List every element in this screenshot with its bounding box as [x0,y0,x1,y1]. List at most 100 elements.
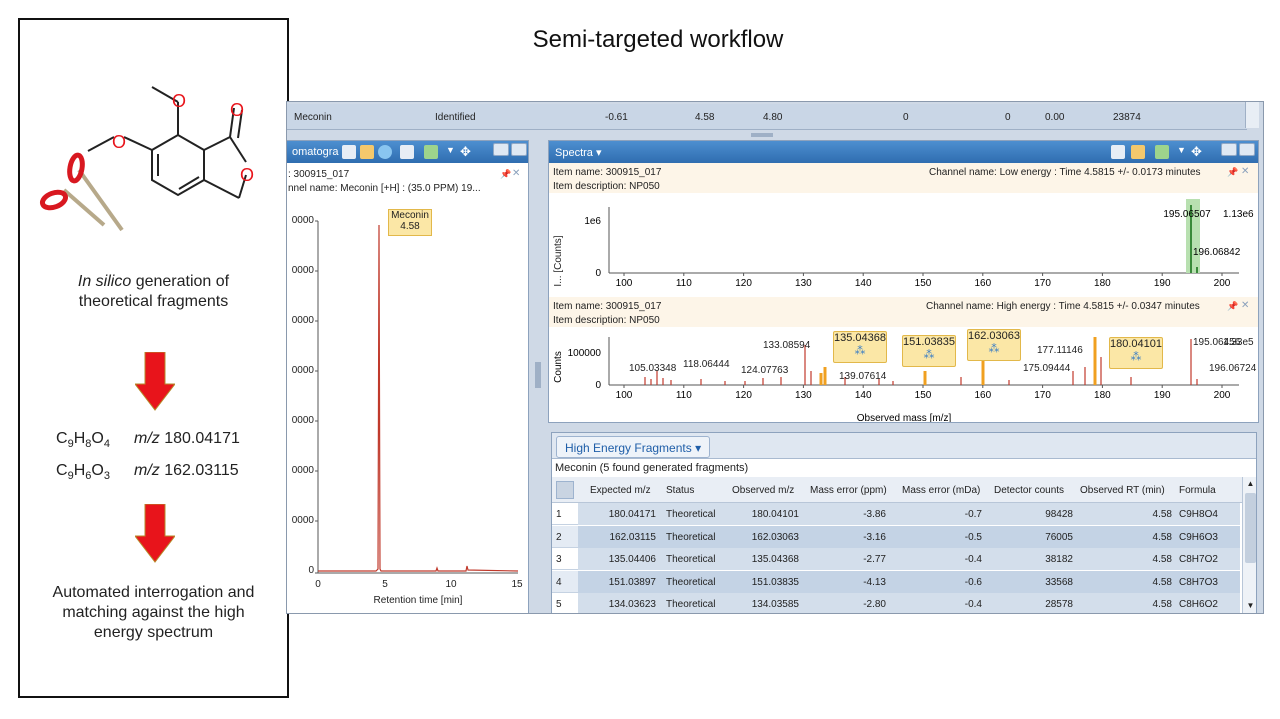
column-header[interactable]: Detector counts [994,485,1064,496]
table-scrollbar[interactable]: ▲ ▼ [1242,477,1256,613]
step1-text: In silico generation of theoretical frag… [20,272,287,312]
table-cell-rt: 4.58 [1152,576,1172,588]
list-icon[interactable] [1111,145,1125,159]
table-cell-expected: 180.04171 [608,509,656,520]
peak-mz-label: 195.06507 [1163,209,1211,220]
y-tick-label: 0 [595,380,601,391]
close-icon[interactable]: ✕ [512,168,520,179]
formula-element: O [91,462,104,479]
results-summary-row[interactable]: Meconin Identified -0.61 4.58 4.80 0 0 0… [287,104,1247,130]
column-header[interactable]: Observed RT (min) [1080,485,1165,496]
scroll-up-icon[interactable]: ▲ [1245,479,1256,491]
x-tick-label: 160 [974,278,991,289]
list-icon[interactable] [342,145,356,159]
oxygen-label: O [172,91,186,111]
table-cell-ppm: -4.13 [863,576,886,588]
spectra-menu[interactable]: Spectra ▾ [555,146,602,159]
table-row[interactable]: 3 135.04406 Theoretical 135.04368 -2.77 -0.4 3… [552,548,1240,570]
column-header[interactable]: Mass error (mDa) [902,485,980,496]
formula-element: H [73,430,86,447]
x-tick-label: 190 [1154,390,1171,401]
maximize-button[interactable] [511,143,527,156]
export-icon[interactable] [424,145,438,159]
column-header[interactable]: Observed m/z [732,485,794,496]
maximize-button[interactable] [1239,143,1255,156]
fragment-marker[interactable]: 162.03063 ⁂ [967,329,1021,361]
x-tick-label: 130 [795,390,812,401]
pin-icon[interactable]: 📌 [500,169,511,180]
down-arrow-icon [135,352,175,411]
formula-element: O [91,430,104,447]
chevron-down-icon[interactable]: ▼ [1177,145,1191,159]
scroll-thumb[interactable] [1245,493,1256,563]
tab-high-energy-fragments[interactable]: High Energy Fragments ▾ [556,436,711,458]
table-cell-status: Theoretical [666,576,716,588]
splitter-handle[interactable] [751,133,773,137]
pin-icon[interactable]: 📌 [1227,301,1238,312]
formula-row-1: C9H8O4 [56,430,110,450]
peak-mz-label: 133.08594 [763,340,811,351]
minimize-button[interactable] [1221,143,1237,156]
fragment-marker[interactable]: 151.03835 ⁂ [902,335,956,367]
peak-label[interactable]: Meconin 4.58 [388,209,432,236]
close-icon[interactable]: ✕ [1241,166,1249,177]
fragment-mz: 151.03835 [903,336,955,348]
chevron-down-icon[interactable]: ▼ [446,145,460,159]
table-icon[interactable] [400,145,414,159]
formula-element: H [73,462,86,479]
fragment-marker[interactable]: 135.04368 ⁂ [833,331,887,363]
peak-mz-label: 177.11146 [1037,345,1083,356]
chromatogram-plot: 0000 0000 0000 0000 0000 0000 0000 0 0 5… [292,215,523,606]
table-row[interactable]: 4 151.03897 Theoretical 151.03835 -4.13 -0.6 3… [552,570,1240,593]
step1-italic: In silico [77,273,132,290]
table-row[interactable]: 5 134.03623 Theoretical 134.03585 -2.80 -0.4 2… [552,593,1240,613]
x-tick-label: 180 [1094,390,1111,401]
table-cell-mda: -0.7 [964,509,982,520]
scroll-down-icon[interactable]: ▼ [1245,601,1256,613]
export-icon[interactable] [1155,145,1169,159]
fragment-marker[interactable]: 180.04101 ⁂ [1109,337,1163,369]
row-number: 1 [556,509,562,520]
step1-rest: generation of [135,273,230,290]
x-axis-label: Retention time [min] [374,595,463,606]
close-icon[interactable]: ✕ [1241,300,1249,311]
column-header[interactable]: Mass error (ppm) [810,485,887,496]
vertical-scrollbar[interactable] [1245,102,1259,128]
row-value: 4.58 [695,112,715,123]
mz-row-1: m/z 180.04171 [134,430,240,448]
mz-value: 180.04171 [164,430,240,447]
x-tick-label: 200 [1214,278,1231,289]
column-header[interactable]: Status [666,485,694,496]
pin-icon[interactable]: 📌 [1227,167,1238,178]
high-item-description: Item description: NP050 [553,315,660,326]
peak-mz-label: 175.09444 [1023,363,1071,374]
column-header[interactable]: Formula [1179,485,1216,496]
tab-label: High Energy Fragments [565,441,692,455]
refresh-icon[interactable] [378,145,392,159]
table-cell-counts: 76005 [1045,531,1073,543]
move-icon[interactable]: ✥ [460,144,474,159]
table-row[interactable]: 2 162.03115 Theoretical 162.03063 -3.16 -0.5 7… [552,525,1240,548]
table-cell-mda: -0.4 [964,599,982,610]
vertical-splitter-handle[interactable] [535,362,541,388]
mz-value: 162.03115 [164,462,239,479]
x-tick-label: 10 [445,579,457,590]
row-value: 0.00 [1045,112,1065,123]
table-row[interactable]: 1 180.04171 Theoretical 180.04101 -3.86 -0.7 9… [552,503,1240,525]
peak-mz-label: 196.06842 [1193,247,1241,258]
panel-title: Spectra [555,147,593,159]
low-energy-spectrum: I... [Counts] 1e6 0 195.06507 196.06842 … [553,199,1254,289]
table-cell-status: Theoretical [666,554,716,565]
scissors-icon [39,152,124,232]
column-header[interactable]: Expected m/z [590,485,651,496]
table-icon[interactable] [1131,145,1145,159]
y-tick-label: 0 [595,268,601,279]
x-tick-label: 160 [974,390,991,401]
move-icon[interactable]: ✥ [1191,144,1205,159]
table-header: Expected m/z Status Observed m/z Mass er… [552,477,1242,503]
chart-icon[interactable] [360,145,374,159]
minimize-button[interactable] [493,143,509,156]
select-all-corner[interactable] [556,481,574,499]
formula-subscript: 4 [103,438,110,451]
peak-mz-label: 118.06444 [683,359,730,370]
